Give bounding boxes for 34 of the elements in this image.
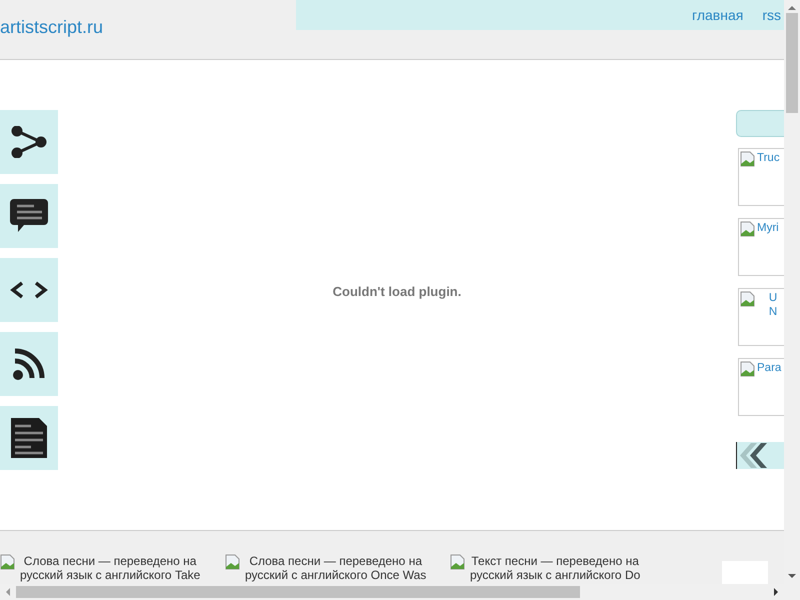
share-sidebar-button[interactable] — [0, 184, 58, 248]
share-sidebar-button[interactable] — [0, 110, 58, 174]
image-alt-link[interactable]: U N — [767, 291, 779, 319]
broken-image-icon — [450, 554, 466, 570]
scrollbar-thumb[interactable] — [786, 13, 798, 113]
site-title[interactable]: artistscript.ru — [0, 17, 104, 39]
document-icon — [11, 418, 47, 458]
code-brackets-icon — [10, 280, 48, 300]
rss-icon — [13, 348, 45, 380]
related-song-link[interactable]: Слова песни — переведено на русский язык с английского Take — [20, 554, 200, 582]
image-alt-link[interactable]: Para — [757, 361, 782, 375]
scroll-up-arrow-icon[interactable] — [788, 5, 796, 11]
share-icon — [11, 126, 47, 158]
related-song-link[interactable]: Слова песни — переведено на русский с английского Once Was — [245, 554, 426, 582]
image-alt-link[interactable]: Truc — [757, 151, 780, 165]
broken-image-icon — [740, 221, 756, 237]
share-sidebar-button[interactable] — [0, 258, 58, 322]
broken-image-icon — [740, 361, 756, 377]
nav-link[interactable]: rss — [762, 7, 781, 23]
plugin-error-message: Couldn't load plugin. — [332, 284, 462, 298]
speech-bubble-icon — [10, 199, 48, 233]
share-sidebar-button[interactable] — [0, 332, 58, 396]
broken-image-icon — [740, 151, 756, 167]
scrollbar-thumb[interactable] — [16, 586, 580, 598]
previous-button[interactable] — [736, 442, 784, 469]
share-sidebar-button[interactable] — [0, 406, 58, 470]
related-song-link[interactable]: Текст песни — переведено на русский язык с английского Do — [470, 554, 640, 582]
double-chevron-icon — [737, 442, 767, 469]
broken-image-icon — [225, 554, 241, 570]
image-alt-link[interactable]: Myri — [757, 221, 779, 235]
scroll-down-arrow-icon[interactable] — [788, 573, 796, 579]
nav-link[interactable]: главная — [692, 7, 744, 23]
broken-image-icon — [740, 291, 756, 307]
scroll-right-arrow-icon[interactable] — [773, 588, 779, 596]
